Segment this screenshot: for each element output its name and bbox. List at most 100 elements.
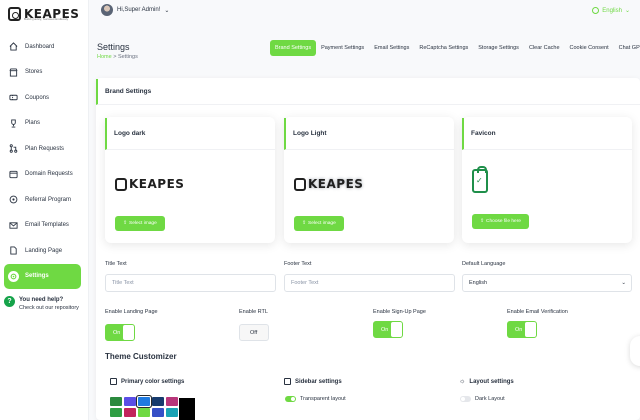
sidebar-item-referral-program[interactable]: Referral Program	[0, 187, 89, 213]
color-swatch[interactable]	[166, 408, 178, 417]
color-swatch[interactable]	[110, 408, 122, 417]
chevron-down-icon: ⌄	[624, 8, 630, 14]
enable-email-verification-toggle[interactable]: On	[507, 321, 537, 338]
toggle-state: Off	[250, 330, 258, 336]
switch-off	[460, 396, 471, 402]
upload-icon: ⇪	[302, 221, 307, 226]
language-selector[interactable]: English ⌄	[592, 7, 630, 14]
layout-icon	[284, 378, 291, 385]
sidebar-item-domain-requests[interactable]: Domain Requests	[0, 162, 89, 188]
app-root: KEAPES Build Quickly, Succeed Endlessly …	[0, 0, 640, 420]
color-swatch[interactable]	[137, 396, 151, 407]
toggle-knob	[525, 322, 536, 337]
logo-mark-icon	[115, 177, 127, 191]
tab-storage-settings[interactable]: Storage Settings	[473, 40, 524, 56]
toggle-state: On	[113, 330, 121, 336]
button-label: Select image	[129, 221, 157, 226]
layout-settings-label: Layout settings	[469, 378, 514, 385]
sidebar-item-label: Stores	[25, 69, 43, 76]
theme-customizer-title: Theme Customizer	[105, 352, 177, 361]
logo-mark-icon	[8, 7, 21, 21]
chevron-down-icon: ⌄	[621, 280, 626, 286]
help-box[interactable]: ? You need help? Check out our repositor…	[4, 296, 79, 313]
ticket-icon	[8, 92, 19, 103]
logo-light-select-button[interactable]: ⇪ Select image	[294, 216, 344, 231]
sidebar-item-label: Dashboard	[25, 43, 55, 50]
logo-dark-select-button[interactable]: ⇪ Select image	[115, 216, 165, 231]
sidebar-item-coupons[interactable]: Coupons	[0, 85, 89, 111]
upload-icon: ⇪	[123, 221, 128, 226]
logo-light-preview: KEAPES	[294, 177, 363, 191]
color-swatch[interactable]	[124, 408, 136, 417]
sun-icon: ☼	[459, 378, 466, 385]
enable-signup-label: Enable Sign-Up Page	[373, 309, 426, 315]
color-swatch[interactable]	[138, 408, 150, 417]
scroll-top-button[interactable]	[630, 336, 640, 366]
color-swatch[interactable]	[124, 397, 136, 406]
enable-landing-label: Enable Landing Page	[105, 309, 158, 315]
tab-email-settings[interactable]: Email Settings	[369, 40, 414, 56]
user-menu[interactable]: Hi,Super Admin! ⌄	[101, 4, 169, 16]
tab-brand-settings[interactable]: Brand Settings	[270, 40, 317, 56]
settings-tabs: Brand Settings Payment Settings Email Se…	[270, 40, 640, 56]
logo-dark-title: Logo dark	[105, 118, 275, 150]
toggle-knob	[391, 322, 402, 337]
color-swatch[interactable]	[152, 408, 164, 417]
sidebar-item-label: Landing Page	[25, 247, 63, 254]
color-swatch[interactable]	[152, 397, 164, 406]
topbar: Hi,Super Admin! ⌄ English ⌄	[89, 0, 640, 24]
sidebar-item-label: Referral Program	[25, 196, 72, 203]
sidebar-item-dashboard[interactable]: Dashboard	[0, 34, 89, 60]
enable-landing-toggle[interactable]: On	[105, 324, 135, 341]
dark-layout-switch[interactable]: Dark Layout	[460, 396, 505, 402]
enable-rtl-toggle[interactable]: Off	[239, 324, 269, 341]
tab-payment-settings[interactable]: Payment Settings	[316, 40, 369, 56]
brand-settings-title: Brand Settings	[96, 79, 640, 105]
tab-clear-cache[interactable]: Clear Cache	[524, 40, 565, 56]
enable-signup-toggle[interactable]: On	[373, 321, 403, 338]
title-text-input[interactable]: Title Text	[105, 274, 276, 292]
color-swatch-custom[interactable]	[179, 398, 195, 420]
sidebar-item-label: Email Templates	[25, 222, 69, 229]
tab-recaptcha-settings[interactable]: ReCaptcha Settings	[414, 40, 473, 56]
trophy-icon	[8, 118, 19, 129]
default-language-select[interactable]: English ⌄	[462, 274, 632, 292]
sidebar-item-settings[interactable]: Settings	[4, 263, 81, 289]
sidebar-item-label: Plans	[25, 120, 41, 127]
sidebar-item-stores[interactable]: Stores	[0, 60, 89, 86]
store-icon	[8, 67, 19, 78]
footer-text-input[interactable]: Footer Text	[284, 274, 455, 292]
sidebar-item-plan-requests[interactable]: Plan Requests	[0, 136, 89, 162]
help-icon: ?	[4, 296, 15, 307]
color-swatch[interactable]	[166, 397, 178, 406]
sidebar-item-email-templates[interactable]: Email Templates	[0, 213, 89, 239]
file-icon	[8, 245, 19, 256]
sidebar-item-landing-page[interactable]: Landing Page	[0, 238, 89, 264]
favicon-icon	[472, 166, 488, 193]
git-pull-icon	[8, 143, 19, 154]
logo-light-title: Logo Light	[284, 118, 454, 150]
logo-light-text: KEAPES	[308, 177, 364, 191]
favicon-choose-button[interactable]: ⇪ Choose file here	[472, 214, 529, 229]
dark-layout-label: Dark Layout	[475, 396, 505, 402]
layout-settings-title: ☼ Layout settings	[459, 378, 514, 385]
gear-icon	[8, 270, 19, 282]
switch-on	[285, 396, 296, 402]
help-text: You need help? Check out our repository	[19, 296, 79, 313]
logo-dark-card: Logo dark KEAPES ⇪ Select image	[105, 117, 275, 243]
favicon-title: Favicon	[462, 118, 632, 150]
help-title: You need help?	[19, 297, 64, 303]
globe-icon	[592, 7, 600, 14]
toggle-state: On	[515, 327, 523, 333]
transparent-layout-switch[interactable]: Transparent layout	[285, 396, 346, 402]
button-label: Choose file here	[486, 219, 521, 224]
upload-icon: ⇪	[480, 219, 485, 224]
select-value: English	[469, 280, 488, 286]
color-swatch[interactable]	[110, 397, 122, 406]
tab-cookie-consent[interactable]: Cookie Consent	[565, 40, 614, 56]
sidebar-item-plans[interactable]: Plans	[0, 111, 89, 137]
share-icon	[8, 194, 19, 205]
tab-chat-gpt-settings[interactable]: Chat GPT Settings	[614, 40, 640, 56]
sidebar-nav: Dashboard Stores Coupons Plans Plan Requ…	[0, 34, 89, 289]
breadcrumb-home[interactable]: Home	[97, 54, 112, 60]
